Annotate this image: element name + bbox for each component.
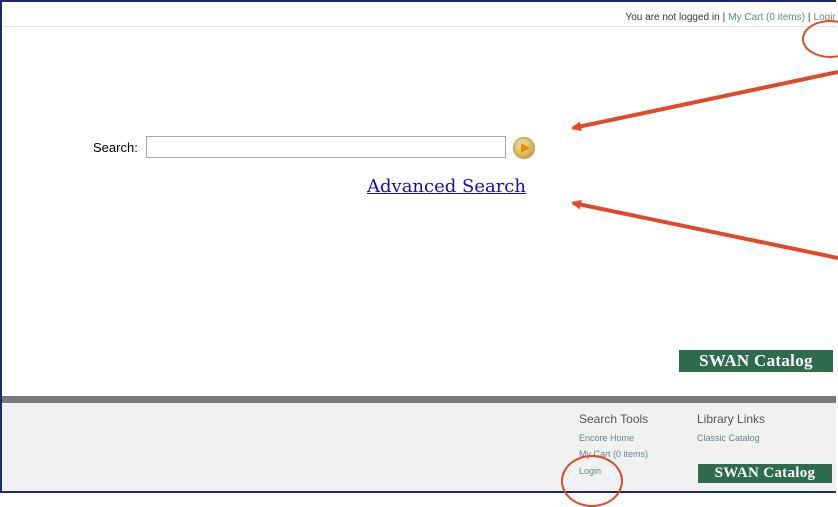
footer-link-my-cart[interactable]: My Cart (0 items) [579,449,648,459]
library-links-heading: Library Links [697,412,766,426]
advanced-search-link[interactable]: Advanced Search [367,176,526,197]
footer-link-encore-home[interactable]: Encore Home [579,433,634,443]
login-status: You are not logged in | My Cart (0 items) |… [625,12,836,23]
login-link[interactable]: Login [814,12,836,23]
footer-link-classic-catalog[interactable]: Classic Catalog [697,433,760,443]
footer-divider [2,396,836,403]
search-label: Search: [93,140,138,155]
swan-catalog-logo: SWAN Catalog [679,350,833,372]
search-tools-heading: Search Tools [579,412,649,426]
search-go-button[interactable] [513,137,535,159]
my-cart-link[interactable]: My Cart (0 items) [728,12,805,23]
search-input[interactable] [146,136,506,158]
not-logged-in-text: You are not logged in [625,12,720,23]
play-arrow-icon [521,143,530,153]
top-status-bar: You are not logged in | My Cart (0 items) |… [2,2,836,27]
footer-link-login[interactable]: Login [579,466,601,476]
footer-swan-catalog-logo: SWAN Catalog [698,464,832,483]
page-frame: You are not logged in | My Cart (0 items) |… [0,0,836,493]
